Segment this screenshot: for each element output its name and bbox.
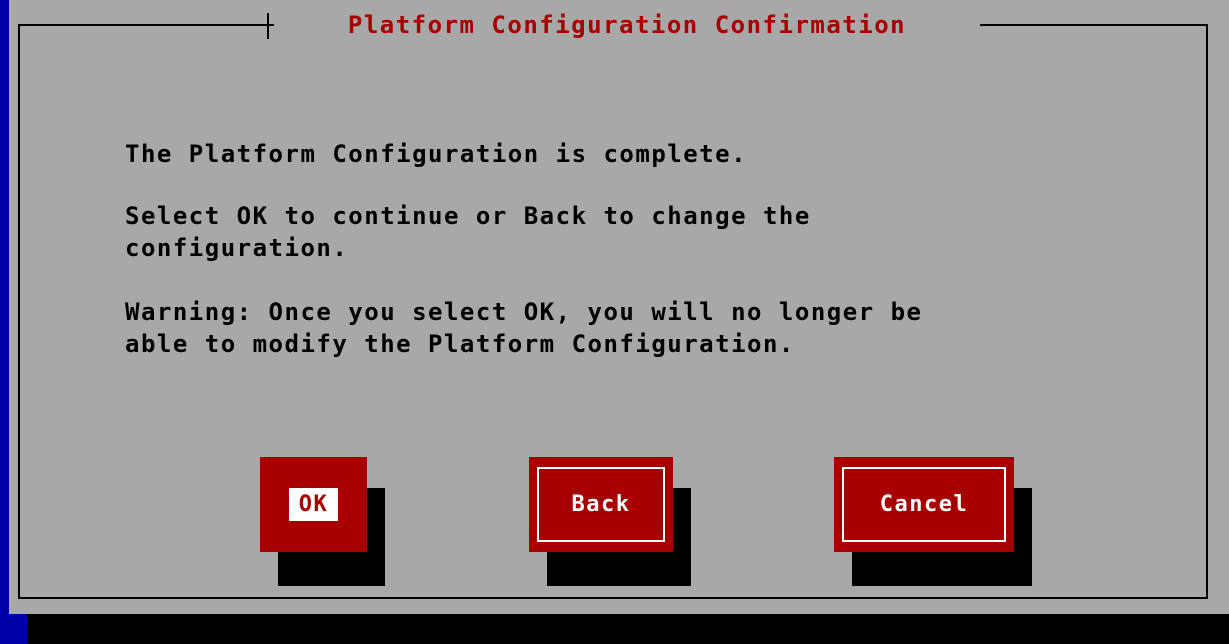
message-instruction-line2: configuration. [125,234,349,262]
dialog-title-container: Platform Configuration Confirmation [274,10,980,40]
title-left-tick [267,13,269,39]
cancel-button-label: Cancel [879,492,969,517]
ok-button[interactable]: OK [260,457,367,552]
message-instruction-line1: Select OK to continue or Back to change … [125,202,811,230]
ok-button-label: OK [288,488,339,521]
message-warning-line2: able to modify the Platform Configuratio… [125,330,795,358]
cancel-button-frame: Cancel [842,467,1006,542]
console-screen: Platform Configuration Confirmation The … [0,0,1229,644]
back-button-label: Back [571,492,631,517]
dialog-title: Platform Configuration Confirmation [347,11,907,39]
dialog-shadow [27,614,1229,644]
message-warning-line1: Warning: Once you select OK, you will no… [125,298,923,326]
back-button-frame: Back [537,467,665,542]
confirmation-dialog: Platform Configuration Confirmation The … [9,0,1229,614]
back-button[interactable]: Back [529,457,673,552]
message-complete: The Platform Configuration is complete. [125,140,748,168]
cancel-button[interactable]: Cancel [834,457,1014,552]
ok-button-frame: OK [268,467,359,542]
